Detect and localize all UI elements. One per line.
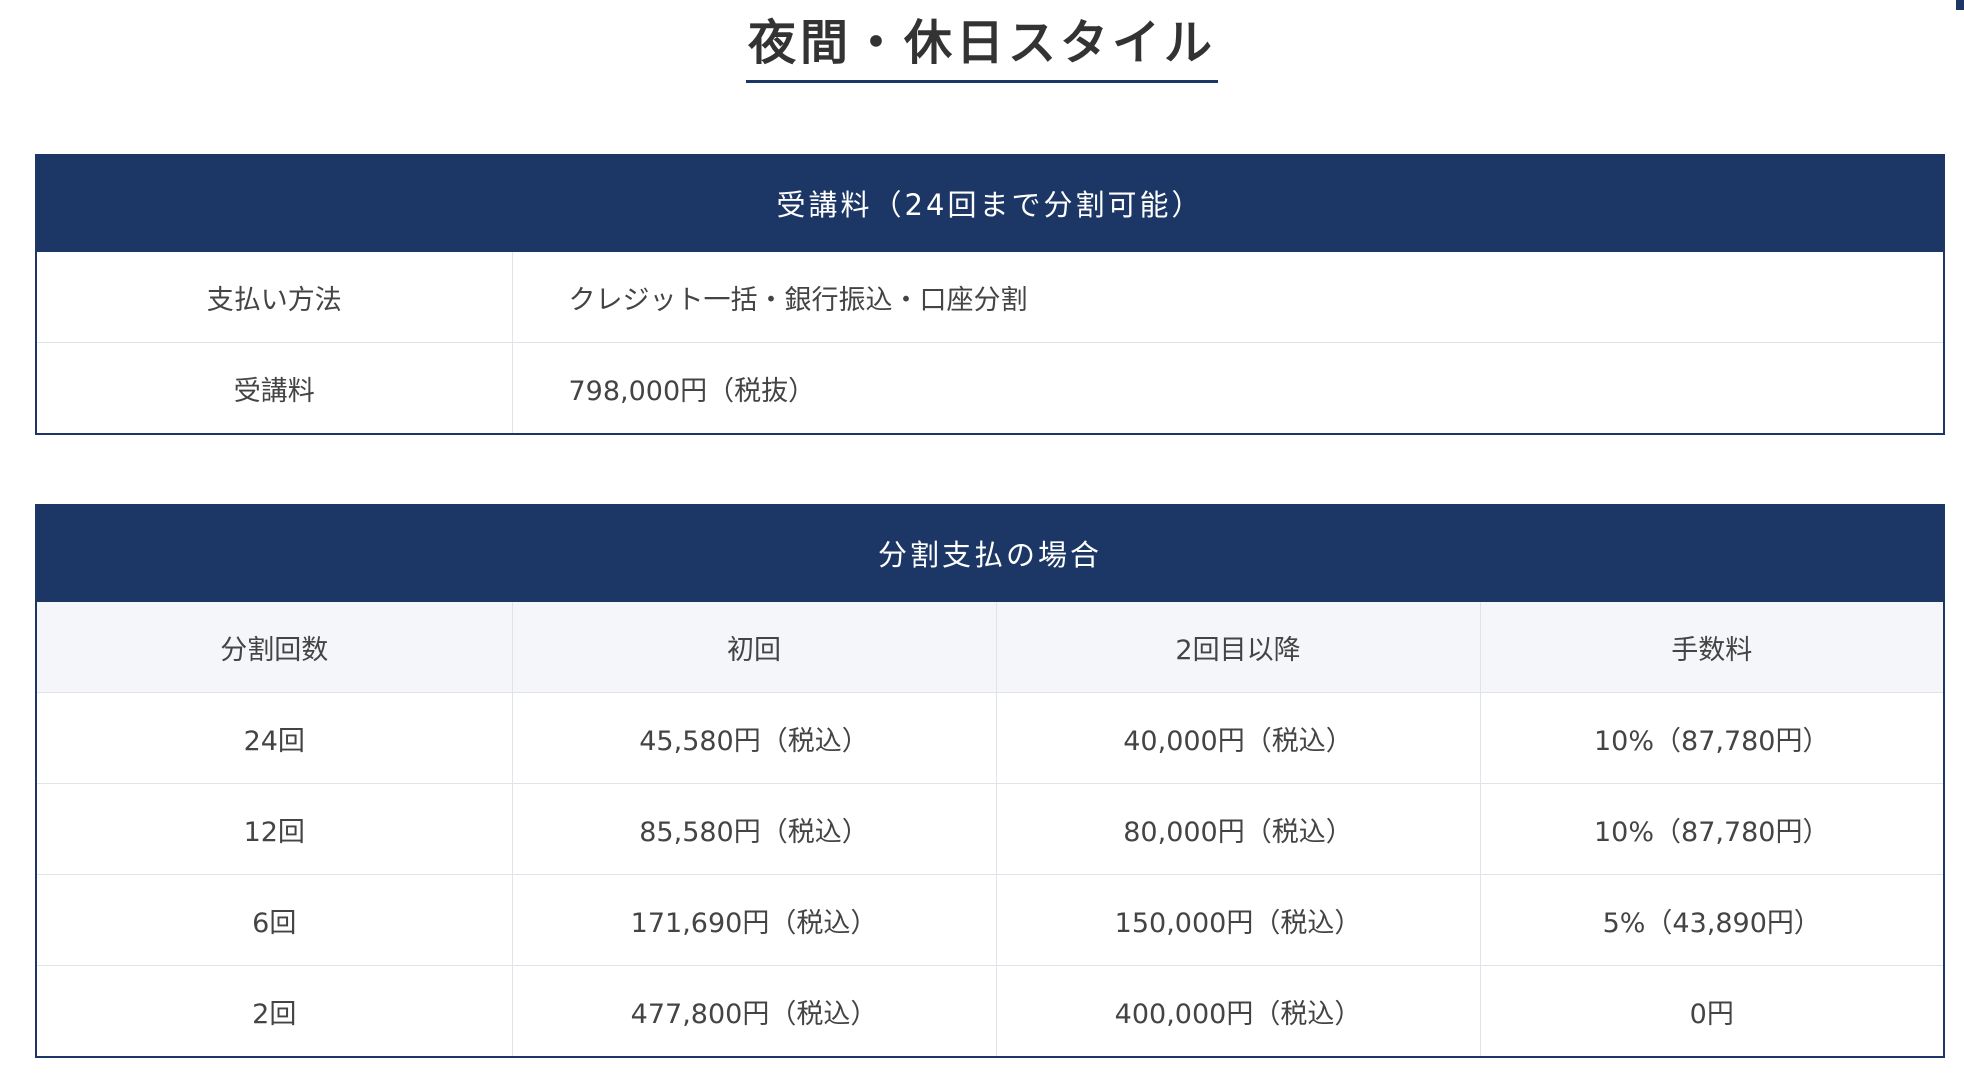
table-row: 2回 477,800円（税込） 400,000円（税込） 0円 <box>35 965 1946 1058</box>
payment-method-value: クレジット一括・銀行振込・口座分割 <box>512 251 1945 343</box>
tuition-label: 受講料 <box>35 342 513 435</box>
column-header-row: 分割回数 初回 2回目以降 手数料 <box>35 601 1946 693</box>
fee-amount: 0円 <box>1480 965 1946 1058</box>
installment-count: 24回 <box>35 692 513 784</box>
first-payment: 45,580円（税込） <box>512 692 997 784</box>
fee-table-header: 受講料（24回まで分割可能） <box>35 154 1945 252</box>
page-title: 夜間・休日スタイル <box>745 12 1218 84</box>
table-row: 24回 45,580円（税込） 40,000円（税込） 10%（87,780円） <box>35 692 1946 784</box>
fee-row-tuition: 受講料 798,000円（税抜） <box>35 342 1945 435</box>
tuition-value: 798,000円（税抜） <box>512 342 1945 435</box>
installment-table-header-row: 分割支払の場合 <box>34 504 1946 602</box>
fee-table-header-row: 受講料（24回まで分割可能） <box>35 154 1945 252</box>
table-row: 12回 85,580円（税込） 80,000円（税込） 10%（87,780円） <box>35 783 1946 875</box>
subsequent-payment: 40,000円（税込） <box>996 692 1481 784</box>
installment-count: 2回 <box>35 965 513 1058</box>
subsequent-payment: 400,000円（税込） <box>996 965 1481 1058</box>
fee-amount: 10%（87,780円） <box>1480 692 1946 784</box>
fee-amount: 5%（43,890円） <box>1480 874 1946 966</box>
first-payment: 477,800円（税込） <box>512 965 997 1058</box>
column-header-subsequent-payment: 2回目以降 <box>996 601 1481 693</box>
fee-table: 受講料（24回まで分割可能） 支払い方法 クレジット一括・銀行振込・口座分割 受… <box>35 154 1945 435</box>
column-header-installments: 分割回数 <box>35 601 513 693</box>
fee-amount: 10%（87,780円） <box>1480 783 1946 875</box>
title-area: 夜間・休日スタイル <box>0 0 1964 116</box>
column-header-fee: 手数料 <box>1480 601 1946 693</box>
installment-count: 12回 <box>35 783 513 875</box>
first-payment: 85,580円（税込） <box>512 783 997 875</box>
subsequent-payment: 80,000円（税込） <box>996 783 1481 875</box>
payment-method-label: 支払い方法 <box>35 251 513 343</box>
installment-table: 分割支払の場合 分割回数 初回 2回目以降 手数料 24回 45,580円（税込… <box>34 504 1946 1058</box>
installment-table-header: 分割支払の場合 <box>34 504 1946 602</box>
table-row: 6回 171,690円（税込） 150,000円（税込） 5%（43,890円） <box>35 874 1946 966</box>
fee-row-payment-method: 支払い方法 クレジット一括・銀行振込・口座分割 <box>35 251 1945 343</box>
first-payment: 171,690円（税込） <box>512 874 997 966</box>
subsequent-payment: 150,000円（税込） <box>996 874 1481 966</box>
installment-count: 6回 <box>35 874 513 966</box>
column-header-first-payment: 初回 <box>512 601 997 693</box>
